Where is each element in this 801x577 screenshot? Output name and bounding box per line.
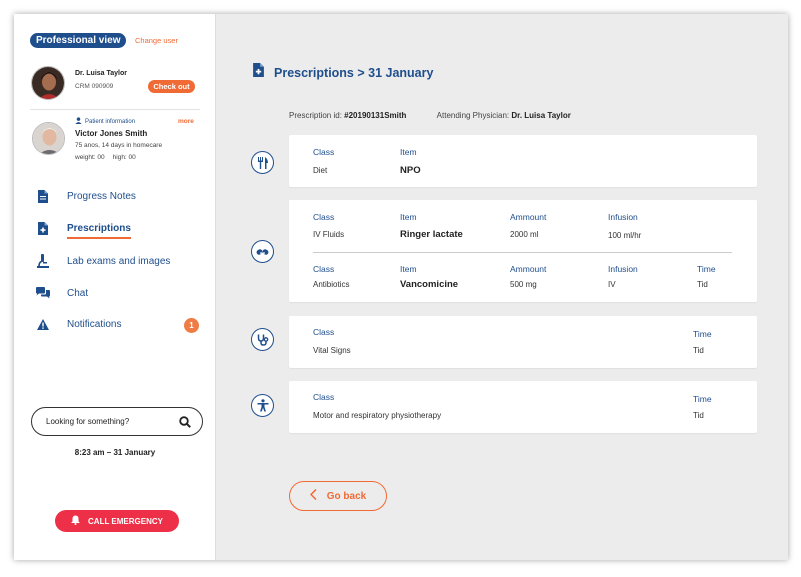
header-infusion: Infusion	[608, 212, 638, 222]
check-out-button[interactable]: Check out	[148, 80, 195, 93]
sidebar-divider	[30, 109, 200, 110]
doctor-crm: CRM 090909	[75, 83, 114, 90]
patient-name: Victor Jones Smith	[75, 129, 148, 138]
nav-label-notifications: Notifications	[67, 318, 122, 330]
value-infusion: 100 ml/hr	[608, 231, 642, 240]
warning-icon	[36, 318, 50, 330]
header-amount: Ammount	[510, 264, 547, 274]
value-time: Tid	[697, 280, 708, 289]
user-icon	[75, 117, 82, 126]
capsules-icon	[251, 240, 274, 263]
header-class: Class	[313, 212, 335, 222]
value-amount: 2000 ml	[510, 230, 539, 239]
accessibility-icon	[251, 394, 274, 417]
patient-information-label: Patient information	[75, 117, 135, 126]
app-window: Professional view Change user Dr. Luisa …	[14, 14, 788, 560]
value-item: Vancomicine	[400, 279, 459, 290]
header-time: Time	[693, 329, 712, 339]
row-divider	[313, 252, 732, 253]
value-class: Diet	[313, 166, 328, 175]
physician-label: Attending Physician:	[436, 111, 510, 120]
header-class: Class	[313, 392, 335, 402]
call-emergency-button[interactable]: CALL EMERGENCY	[55, 510, 179, 532]
header-class: Class	[313, 327, 335, 337]
current-datetime: 8:23 am – 31 January	[74, 448, 156, 457]
physician-name: Dr. Luisa Taylor	[511, 111, 571, 120]
nav-chat[interactable]: Chat	[36, 285, 88, 301]
notifications-count-badge: 1	[184, 318, 199, 333]
chat-icon	[36, 287, 50, 299]
prescription-card-diet: Class Item Diet NPO	[289, 135, 757, 187]
prescription-meta: Prescription id: #20190131Smith Attendin…	[289, 111, 571, 120]
value-infusion: IV	[608, 280, 616, 289]
patient-weight: weight: 00	[75, 154, 105, 161]
prescription-card-physiotherapy: Class Time Motor and respiratory physiot…	[289, 381, 757, 433]
document-icon	[36, 189, 50, 203]
nav-label-chat: Chat	[67, 287, 89, 299]
value-time: Tid	[693, 346, 704, 355]
change-user-link[interactable]: Change user	[135, 36, 178, 45]
prescription-icon	[253, 63, 264, 82]
value-amount: 500 mg	[510, 280, 537, 289]
value-item: NPO	[400, 165, 421, 176]
page-title: Prescriptions > 31 January	[253, 63, 433, 82]
patient-avatar	[32, 122, 65, 155]
doctor-avatar	[31, 66, 65, 100]
header-time: Time	[693, 394, 712, 404]
professional-view-badge: Professional view	[30, 33, 127, 48]
header-item: Item	[400, 264, 417, 274]
nav-label-progress-notes: Progress Notes	[67, 190, 136, 202]
more-link[interactable]: more	[178, 118, 194, 125]
chevron-left-icon	[309, 488, 317, 503]
header-time: Time	[697, 264, 716, 274]
prescription-icon	[36, 221, 50, 235]
go-back-label: Go back	[326, 490, 367, 502]
nav-progress-notes[interactable]: Progress Notes	[36, 188, 136, 204]
stethoscope-icon	[251, 328, 274, 351]
microscope-icon	[36, 254, 50, 268]
value-class: Antibiotics	[313, 280, 350, 289]
nav-label-lab-exams: Lab exams and images	[67, 255, 171, 267]
prescription-id: #20190131Smith	[344, 111, 407, 120]
patient-information-text: Patient information	[85, 118, 136, 125]
value-item: Ringer lactate	[400, 229, 463, 240]
header-amount: Ammount	[510, 212, 547, 222]
patient-height: high: 00	[112, 154, 136, 161]
header-item: Item	[400, 212, 417, 222]
nav-notifications[interactable]: Notifications	[36, 316, 121, 332]
bell-icon	[71, 515, 81, 527]
nav-label-prescriptions: Prescriptions	[67, 222, 131, 234]
active-nav-underline	[67, 237, 131, 239]
header-item: Item	[400, 147, 417, 157]
prescription-id-label: Prescription id:	[289, 111, 342, 120]
go-back-button[interactable]: Go back	[289, 481, 387, 511]
header-infusion: Infusion	[608, 264, 638, 274]
search-icon[interactable]	[179, 415, 191, 433]
search-box[interactable]: Looking for something?	[31, 407, 203, 436]
header-class: Class	[313, 264, 335, 274]
sidebar: Professional view Change user Dr. Luisa …	[14, 14, 216, 560]
patient-age-stay: 75 anos, 14 days in homecare	[75, 142, 163, 149]
header-class: Class	[313, 147, 335, 157]
value-class: Motor and respiratory physiotherapy	[313, 411, 442, 420]
value-class: Vital Signs	[313, 346, 351, 355]
value-class: IV Fluids	[313, 230, 345, 239]
nav-lab-exams[interactable]: Lab exams and images	[36, 253, 170, 269]
page-title-text: Prescriptions > 31 January	[274, 65, 434, 80]
value-time: Tid	[693, 411, 704, 420]
nav-prescriptions[interactable]: Prescriptions	[36, 220, 131, 236]
patient-measures: weight: 00 high: 00	[75, 154, 144, 161]
doctor-name: Dr. Luisa Taylor	[75, 70, 127, 77]
prescription-card-vital-signs: Class Time Vital Signs Tid	[289, 316, 757, 368]
call-emergency-label: CALL EMERGENCY	[88, 516, 163, 526]
main-content: Prescriptions > 31 January Prescription …	[216, 14, 788, 560]
search-placeholder: Looking for something?	[46, 417, 130, 426]
prescription-card-medications: Class Item Ammount Infusion IV Fluids Ri…	[289, 200, 757, 302]
utensils-icon	[251, 151, 274, 174]
